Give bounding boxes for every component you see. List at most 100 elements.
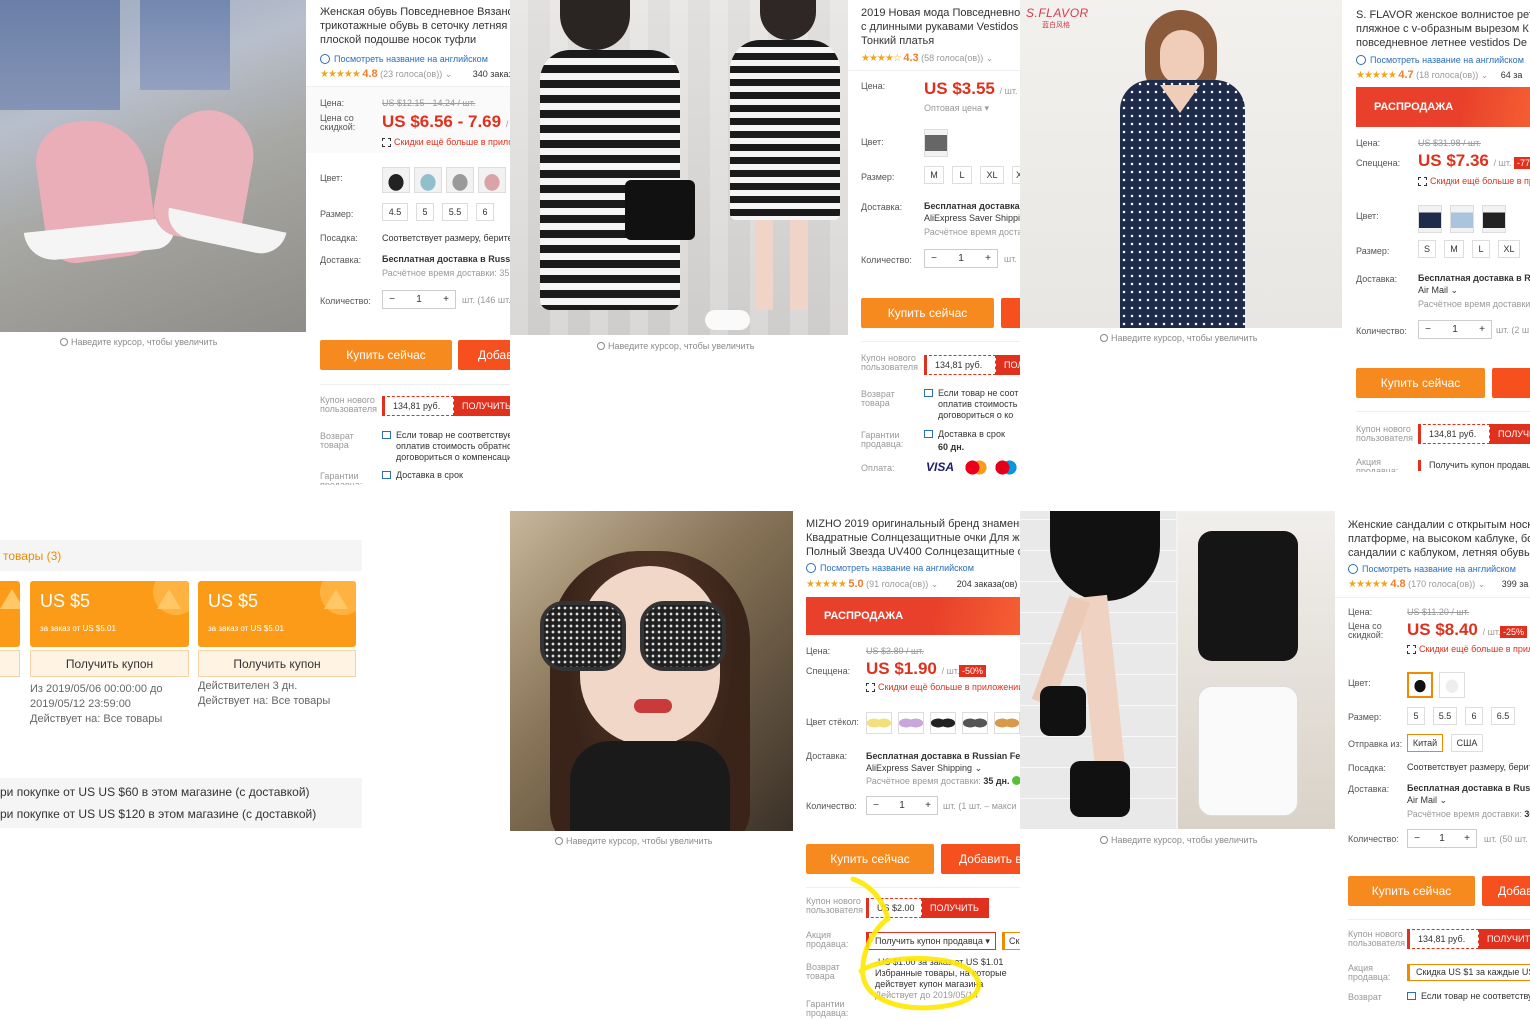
quantity-stepper[interactable]: −1 + (924, 249, 998, 268)
shipping-method[interactable]: Бесплатная доставка в Russian Fede (866, 751, 1020, 762)
add-to-cart-button[interactable]: Добавить в (458, 340, 510, 370)
view-english-link[interactable]: Посмотреть название на английском (1356, 55, 1524, 65)
size-option[interactable]: L (1472, 240, 1490, 258)
wholesale-price-link[interactable]: Оптовая цена ▾ (924, 103, 989, 114)
view-english-link[interactable]: Посмотреть название на английском (806, 563, 974, 573)
shipping-service[interactable]: Air Mail ⌄ (1418, 285, 1458, 296)
color-swatch[interactable] (924, 129, 948, 157)
quantity-stepper[interactable]: −1 + (1407, 829, 1477, 848)
color-swatch-black[interactable] (1407, 672, 1433, 698)
get-coupon-button[interactable]: ПОЛУЧИТЬ (1490, 424, 1530, 444)
product-image-shoes[interactable] (0, 0, 306, 332)
size-option[interactable]: XL (1498, 240, 1520, 258)
help-icon[interactable] (1012, 776, 1020, 785)
quantity-input[interactable]: 1 (401, 294, 437, 305)
size-option[interactable]: 6 (1465, 707, 1483, 725)
category-filter[interactable]: товары (3) (3, 549, 61, 563)
buy-now-button[interactable]: Купить сейчас (806, 844, 934, 874)
product-image-sandals[interactable] (1020, 511, 1335, 829)
quantity-stepper[interactable]: −1 + (866, 796, 938, 815)
rating[interactable]: ★★★★★ 4.7 (18 голоса(ов)) ⌄ 64 за (1356, 69, 1522, 81)
quantity-increase[interactable]: + (979, 253, 997, 264)
shipping-method[interactable]: Бесплатная доставка в Russian Federation (382, 254, 510, 265)
color-swatch-black[interactable] (382, 167, 410, 193)
get-coupon-button[interactable]: ПОЛУЧИТЬ (454, 396, 510, 416)
buy-now-button[interactable]: Купить сейчас (1348, 876, 1475, 906)
quantity-increase[interactable]: + (1458, 833, 1476, 844)
color-swatch-light-blue[interactable] (1450, 205, 1474, 233)
buy-now-button[interactable]: Купить сейчас (1356, 368, 1485, 398)
color-swatch-black[interactable] (1482, 205, 1506, 233)
lens-swatch-amber[interactable] (994, 712, 1020, 734)
get-coupon-button[interactable]: Получить купон (198, 650, 356, 677)
view-english-link[interactable]: Посмотреть название на английском (320, 54, 488, 64)
shipping-service[interactable]: Air Mail ⌄ (1407, 795, 1447, 806)
add-to-cart-button[interactable]: Добавить в (941, 844, 1020, 874)
quantity-increase[interactable]: + (1473, 324, 1491, 335)
get-coupon-button[interactable]: ПОЛУЧИТЬ (996, 355, 1020, 375)
size-option[interactable]: 5 (416, 203, 434, 221)
size-option[interactable]: M (1444, 240, 1464, 258)
view-english-link[interactable]: Посмотреть название на английском (1348, 564, 1516, 574)
buy-now-button[interactable]: Купить сейчас (320, 340, 452, 370)
coupon-button-partial[interactable] (0, 650, 20, 677)
quantity-stepper[interactable]: −1 + (382, 290, 456, 309)
ships-from-option[interactable]: США (1451, 734, 1483, 752)
shipping-method[interactable]: Бесплатная доставка в Russian Federation (1418, 273, 1530, 284)
seller-coupon-link[interactable]: Получить купон продавца (1418, 460, 1530, 471)
shipping-method[interactable]: Бесплатная доставка в Russian Federation (1407, 783, 1530, 794)
color-swatch-white[interactable] (1439, 672, 1465, 698)
seller-discount-tag[interactable]: Скидка US $1 за каждые US $ (1407, 964, 1530, 981)
size-option[interactable]: 5.5 (1433, 707, 1457, 725)
rating[interactable]: ★★★★★ 4.8 (170 голоса(ов)) ⌄ 399 за (1348, 578, 1528, 590)
color-swatch-pink[interactable] (478, 167, 506, 193)
color-swatch-blue[interactable] (414, 167, 442, 193)
quantity-input[interactable]: 1 (943, 253, 979, 264)
quantity-decrease[interactable]: − (867, 800, 885, 811)
product-image-striped-dress[interactable] (510, 0, 848, 335)
app-discount-note[interactable]: Скидки ещё больше в приложении (1407, 644, 1530, 654)
ships-from-option[interactable]: Китай (1407, 734, 1443, 752)
quantity-stepper[interactable]: −1 + (1418, 320, 1492, 339)
quantity-decrease[interactable]: − (1408, 833, 1426, 844)
get-coupon-button[interactable]: Получить купон (30, 650, 189, 677)
size-option[interactable]: 6.5 (1491, 707, 1515, 725)
shipping-method[interactable]: Бесплатная доставка в Russian Federation (924, 201, 1020, 212)
quantity-input[interactable]: 1 (885, 800, 919, 811)
get-coupon-button[interactable]: ПОЛУЧИТЬ (1479, 929, 1530, 949)
quantity-decrease[interactable]: − (1419, 324, 1437, 335)
quantity-decrease[interactable]: − (383, 294, 401, 305)
lens-swatch-black[interactable] (930, 712, 956, 734)
color-swatch-gray[interactable] (446, 167, 474, 193)
lens-swatch-purple[interactable] (898, 712, 924, 734)
product-image-sunglasses[interactable] (510, 511, 793, 831)
size-option[interactable]: 4.5 (382, 203, 408, 221)
app-discount-note[interactable]: Скидки ещё больше в приложении (382, 137, 510, 147)
size-option[interactable]: 5.5 (442, 203, 468, 221)
lens-swatch-gray[interactable] (962, 712, 988, 734)
size-option[interactable]: S (1418, 240, 1436, 258)
rating[interactable]: ★★★★☆ 4.3 (58 голоса(ов)) ⌄ (861, 52, 993, 64)
rating[interactable]: ★★★★★ 5.0 (91 голоса(ов)) ⌄ 204 заказа(о… (806, 578, 1017, 590)
size-option[interactable]: 5 (1407, 707, 1425, 725)
shipping-service[interactable]: AliExpress Saver Shipping ⌄ (866, 763, 982, 774)
rating[interactable]: ★★★★★ 4.8 (23 голоса(ов)) ⌄ 340 заказов (320, 68, 510, 80)
app-discount-note[interactable]: Скидки ещё больше в приложении (866, 682, 1020, 692)
add-to-cart-button[interactable] (1492, 368, 1530, 398)
seller-coupon-tab[interactable]: Ск (1002, 932, 1020, 950)
size-option[interactable]: 6 (476, 203, 494, 221)
size-option[interactable]: M (924, 166, 944, 184)
quantity-input[interactable]: 1 (1426, 833, 1458, 844)
buy-now-button[interactable]: Купить сейчас (861, 298, 994, 328)
color-swatch-navy[interactable] (1418, 205, 1442, 233)
app-discount-note[interactable]: Скидки ещё больше в приложении (1418, 176, 1530, 186)
size-option[interactable]: L (952, 166, 972, 184)
size-option[interactable]: X (1012, 166, 1020, 184)
size-option[interactable]: XL (980, 166, 1004, 184)
shipping-service[interactable]: AliExpress Saver Shipping (924, 213, 1020, 224)
lens-swatch-yellow[interactable] (866, 712, 892, 734)
product-image-polka-dress[interactable]: S.FLAVOR 蓝白风格 (1020, 0, 1342, 328)
quantity-decrease[interactable]: − (925, 253, 943, 264)
quantity-increase[interactable]: + (437, 294, 455, 305)
add-to-cart-button[interactable] (1001, 298, 1020, 328)
